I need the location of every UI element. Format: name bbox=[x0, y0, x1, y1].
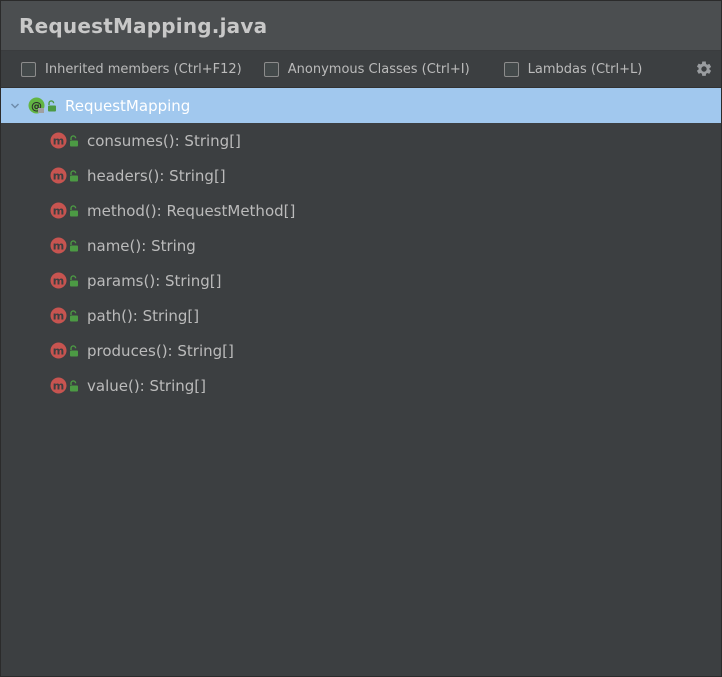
public-lock-icon bbox=[70, 239, 78, 251]
inherited-members-option[interactable]: Inherited members (Ctrl+F12) bbox=[21, 61, 242, 77]
svg-text:m: m bbox=[53, 310, 64, 323]
member-label: method(): RequestMethod[] bbox=[87, 201, 296, 220]
member-label: name(): String bbox=[87, 236, 196, 255]
svg-text:m: m bbox=[53, 275, 64, 288]
root-label: RequestMapping bbox=[65, 96, 191, 115]
svg-text:m: m bbox=[53, 345, 64, 358]
anonymous-classes-option[interactable]: Anonymous Classes (Ctrl+I) bbox=[263, 61, 470, 77]
title-bar: RequestMapping.java bbox=[1, 1, 721, 51]
tree-member-path[interactable]: m path(): String[] bbox=[1, 298, 721, 333]
svg-text:m: m bbox=[53, 380, 64, 393]
method-icon: m bbox=[50, 342, 67, 359]
inherited-members-checkbox[interactable] bbox=[21, 61, 36, 77]
member-label: value(): String[] bbox=[87, 376, 206, 395]
member-label: headers(): String[] bbox=[87, 166, 226, 185]
tree-root-requestmapping[interactable]: @ RequestMapping bbox=[1, 88, 721, 123]
member-label: produces(): String[] bbox=[87, 341, 234, 360]
lambdas-label: Lambdas (Ctrl+L) bbox=[527, 61, 643, 77]
public-lock-icon bbox=[70, 344, 78, 356]
tree-member-value[interactable]: m value(): String[] bbox=[1, 368, 721, 403]
method-icon: m bbox=[50, 132, 67, 149]
structure-popup: RequestMapping.java Inherited members (C… bbox=[0, 0, 722, 677]
annotation-icon: @ bbox=[28, 97, 45, 114]
method-icon: m bbox=[50, 202, 67, 219]
method-icon: m bbox=[50, 307, 67, 324]
inherited-members-label: Inherited members (Ctrl+F12) bbox=[45, 61, 242, 77]
member-label: consumes(): String[] bbox=[87, 131, 241, 150]
public-lock-icon bbox=[70, 379, 78, 391]
public-lock-icon bbox=[70, 169, 78, 181]
tree-member-params[interactable]: m params(): String[] bbox=[1, 263, 721, 298]
method-icon: m bbox=[50, 167, 67, 184]
lambdas-checkbox[interactable] bbox=[503, 61, 519, 77]
file-title: RequestMapping.java bbox=[19, 13, 268, 38]
tree-member-consumes[interactable]: m consumes(): String[] bbox=[1, 123, 721, 158]
anonymous-classes-checkbox[interactable] bbox=[263, 61, 279, 77]
tree-member-name[interactable]: m name(): String bbox=[1, 228, 721, 263]
chevron-down-icon[interactable] bbox=[10, 101, 20, 111]
svg-text:m: m bbox=[53, 170, 64, 183]
tree-member-produces[interactable]: m produces(): String[] bbox=[1, 333, 721, 368]
public-lock-icon bbox=[70, 274, 78, 286]
tree-member-method[interactable]: m method(): RequestMethod[] bbox=[1, 193, 721, 228]
public-lock-icon bbox=[70, 309, 78, 321]
svg-text:m: m bbox=[53, 240, 64, 253]
member-label: path(): String[] bbox=[87, 306, 200, 325]
svg-text:m: m bbox=[53, 205, 64, 218]
structure-tree: @ RequestMapping m consumes(): String[] bbox=[1, 88, 721, 403]
gear-icon[interactable] bbox=[695, 60, 713, 78]
public-lock-icon bbox=[70, 204, 78, 216]
public-lock-icon bbox=[70, 134, 78, 146]
method-icon: m bbox=[50, 272, 67, 289]
method-icon: m bbox=[50, 377, 67, 394]
svg-text:m: m bbox=[53, 135, 64, 148]
anonymous-classes-label: Anonymous Classes (Ctrl+I) bbox=[287, 61, 470, 77]
member-label: params(): String[] bbox=[87, 271, 222, 290]
lambdas-option[interactable]: Lambdas (Ctrl+L) bbox=[503, 61, 643, 77]
method-icon: m bbox=[50, 237, 67, 254]
tree-member-headers[interactable]: m headers(): String[] bbox=[1, 158, 721, 193]
filter-toolbar: Inherited members (Ctrl+F12) Anonymous C… bbox=[1, 51, 721, 88]
public-lock-icon bbox=[48, 99, 56, 111]
